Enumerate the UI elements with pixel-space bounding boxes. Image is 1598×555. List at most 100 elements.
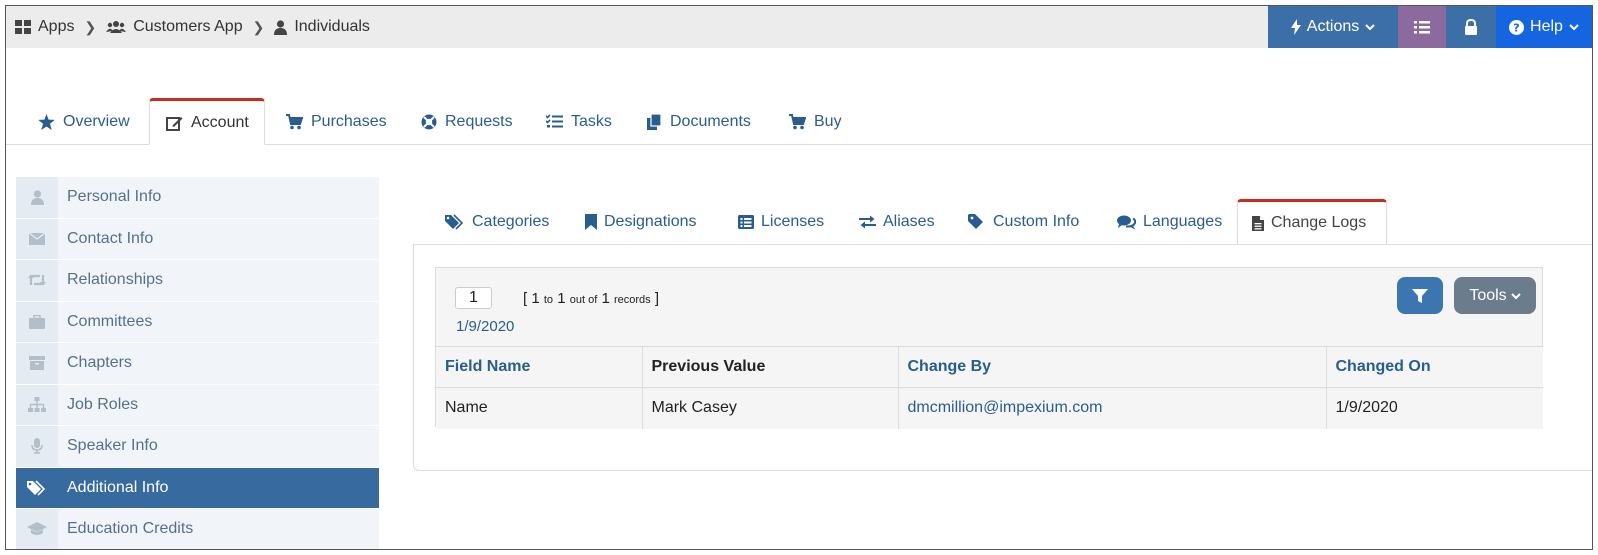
comments-icon xyxy=(1117,215,1136,230)
sidebar-item-personal-info[interactable]: Personal Info xyxy=(16,177,379,219)
range-close: ] xyxy=(654,290,659,307)
tab-buy[interactable]: Buy xyxy=(789,98,842,145)
sidebar-item-label: Personal Info xyxy=(67,188,162,206)
tab-overview-label: Overview xyxy=(63,112,130,130)
breadcrumb: Apps ❯ Customers App ❯ Individuals xyxy=(15,6,370,48)
tab-custom-info-label: Custom Info xyxy=(993,213,1080,230)
help-button[interactable]: ? Help xyxy=(1496,6,1592,48)
tab-tasks-label: Tasks xyxy=(571,112,612,130)
cell-previous-value: Mark Casey xyxy=(642,387,899,429)
actions-label: Actions xyxy=(1306,18,1360,35)
lock-button[interactable] xyxy=(1446,6,1496,48)
page-number-input[interactable]: 1 xyxy=(455,287,492,309)
table-header-row: Field Name Previous Value Change By Chan… xyxy=(436,346,1543,388)
range-to-word: to xyxy=(543,294,554,306)
tab-purchases[interactable]: Purchases xyxy=(286,98,387,145)
sidebar-item-contact-info[interactable]: Contact Info xyxy=(16,218,379,260)
tasks-icon xyxy=(546,114,563,129)
copy-icon xyxy=(647,113,662,130)
range-from: 1 xyxy=(531,290,540,307)
breadcrumb-individuals-label: Individuals xyxy=(294,18,370,35)
cart-icon xyxy=(286,113,303,130)
breadcrumb-individuals[interactable]: Individuals xyxy=(274,18,370,36)
cart-icon xyxy=(789,113,806,130)
tab-overview[interactable]: Overview xyxy=(38,98,130,145)
tab-documents[interactable]: Documents xyxy=(647,98,751,145)
range-total: 1 xyxy=(601,290,610,307)
column-header-changed-on[interactable]: Changed On xyxy=(1326,346,1543,388)
sidebar: Personal Info Contact Info Relationships… xyxy=(16,177,379,549)
tab-purchases-label: Purchases xyxy=(311,112,387,130)
cell-change-by-link[interactable]: dmcmillion@impexium.com xyxy=(898,387,1327,429)
question-circle-icon: ? xyxy=(1509,19,1525,35)
tab-account[interactable]: Account xyxy=(149,98,265,145)
range-out-of: out of xyxy=(569,294,598,306)
edit-icon xyxy=(166,115,183,131)
tab-buy-label: Buy xyxy=(814,112,842,130)
user-icon xyxy=(274,19,288,35)
tab-designations[interactable]: Designations xyxy=(585,199,697,245)
sidebar-item-relationships[interactable]: Relationships xyxy=(16,260,379,302)
sub-tabs: Categories Designations Licenses Aliases… xyxy=(413,199,1592,245)
list-button[interactable] xyxy=(1398,6,1446,48)
lock-icon xyxy=(1464,19,1478,35)
date-group-link[interactable]: 1/9/2020 xyxy=(456,318,514,335)
tab-languages-label: Languages xyxy=(1143,213,1223,230)
tools-button[interactable]: Tools xyxy=(1454,277,1536,314)
chevron-right-icon: ❯ xyxy=(84,18,97,35)
sidebar-item-job-roles[interactable]: Job Roles xyxy=(16,384,379,426)
sidebar-item-label: Speaker Info xyxy=(67,437,158,455)
tools-label: Tools xyxy=(1469,286,1507,304)
breadcrumb-customers-app[interactable]: Customers App xyxy=(106,18,243,36)
retweet-icon xyxy=(16,260,58,301)
tab-tasks[interactable]: Tasks xyxy=(546,98,612,145)
sidebar-item-education-credits[interactable]: Education Credits xyxy=(16,509,379,549)
tab-requests[interactable]: Requests xyxy=(421,98,513,145)
breadcrumb-apps-label: Apps xyxy=(38,18,75,35)
microphone-icon xyxy=(16,426,58,467)
tab-change-logs[interactable]: Change Logs xyxy=(1237,199,1387,245)
actions-button[interactable]: Actions xyxy=(1268,6,1398,48)
tab-designations-label: Designations xyxy=(604,213,697,230)
column-header-change-by[interactable]: Change By xyxy=(898,346,1327,388)
grid-icon xyxy=(15,19,31,35)
tab-licenses-label: Licenses xyxy=(761,213,825,230)
tab-languages[interactable]: Languages xyxy=(1117,199,1222,245)
list-icon xyxy=(1414,20,1430,34)
tag-icon xyxy=(968,214,986,230)
sidebar-item-label: Education Credits xyxy=(67,520,194,538)
tab-documents-label: Documents xyxy=(670,112,751,130)
sidebar-item-speaker-info[interactable]: Speaker Info xyxy=(16,426,379,468)
column-header-previous-value: Previous Value xyxy=(642,346,899,388)
range-to: 1 xyxy=(557,290,566,307)
sidebar-item-chapters[interactable]: Chapters xyxy=(16,343,379,385)
bookmark-icon xyxy=(585,214,597,230)
life-ring-icon xyxy=(421,114,437,130)
envelope-icon xyxy=(16,218,58,259)
chevron-down-icon xyxy=(1569,23,1579,31)
tab-account-label: Account xyxy=(191,113,249,131)
breadcrumb-apps[interactable]: Apps xyxy=(15,18,74,36)
cell-changed-on: 1/9/2020 xyxy=(1326,387,1543,429)
users-icon xyxy=(106,20,127,34)
range-records: records xyxy=(613,294,651,306)
tab-categories[interactable]: Categories xyxy=(445,199,549,245)
tags-icon xyxy=(445,214,465,230)
column-header-field-name[interactable]: Field Name xyxy=(436,346,643,388)
tab-custom-info[interactable]: Custom Info xyxy=(968,199,1079,245)
tab-aliases[interactable]: Aliases xyxy=(859,199,935,245)
graduation-cap-icon xyxy=(16,509,58,549)
tab-aliases-label: Aliases xyxy=(883,213,935,230)
tab-licenses[interactable]: Licenses xyxy=(738,199,824,245)
filter-button[interactable] xyxy=(1397,277,1443,314)
top-buttons: Actions ? Help xyxy=(1268,6,1592,48)
table-row: Name Mark Casey dmcmillion@impexium.com … xyxy=(436,387,1543,429)
tab-requests-label: Requests xyxy=(445,112,513,130)
chevron-down-icon xyxy=(1510,292,1521,300)
sidebar-item-label: Chapters xyxy=(67,354,132,372)
sidebar-item-additional-info[interactable]: Additional Info xyxy=(16,467,379,509)
sidebar-item-label: Relationships xyxy=(67,271,164,289)
tags-icon xyxy=(16,467,58,508)
sidebar-item-committees[interactable]: Committees xyxy=(16,301,379,343)
star-icon xyxy=(38,113,55,130)
